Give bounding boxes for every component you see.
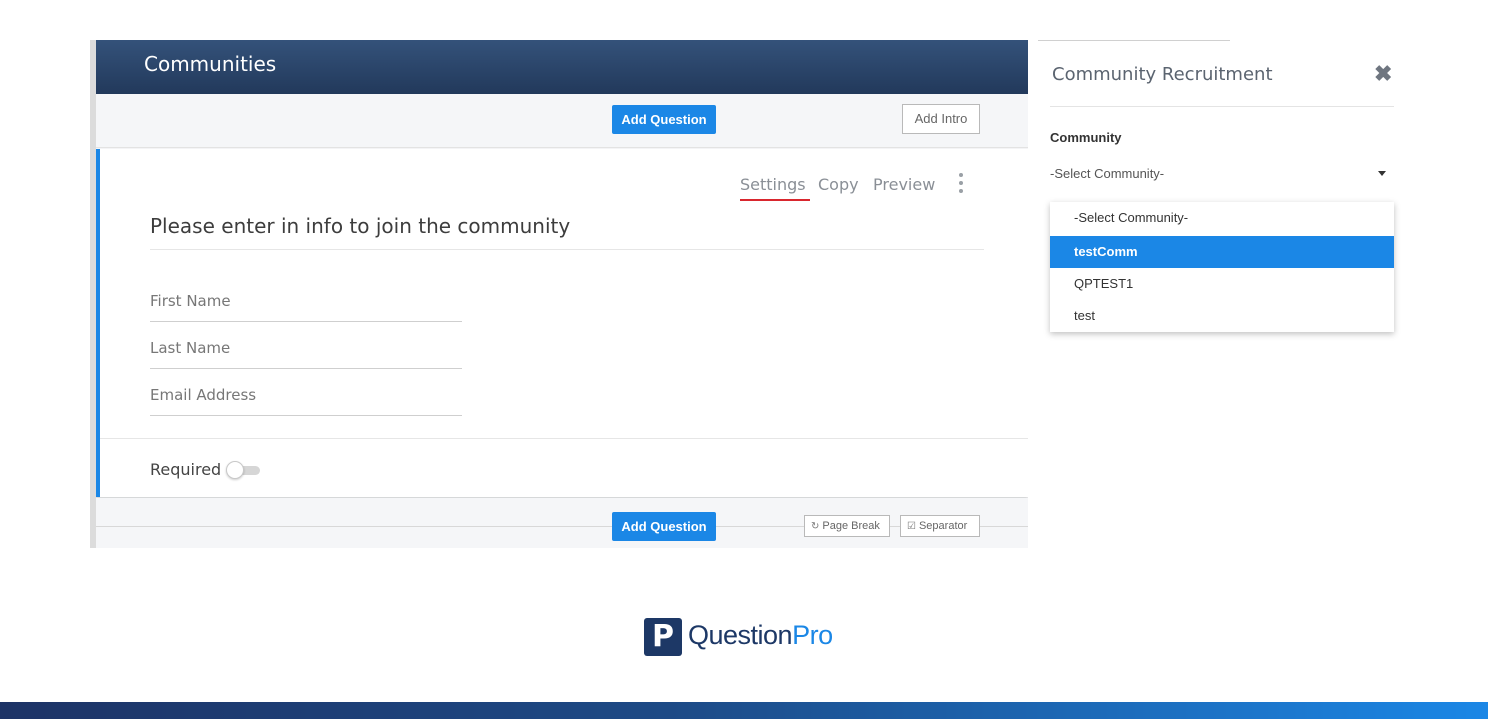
logo-mark: P <box>644 618 682 656</box>
panel-top-line <box>1038 40 1230 41</box>
question-card: Settings Copy Preview Please enter in in… <box>96 149 1028 497</box>
question-divider <box>150 249 984 250</box>
dropdown-option[interactable]: -Select Community- <box>1050 202 1394 234</box>
page-break-label: Page Break <box>822 520 880 532</box>
logo-text-question: Question <box>688 620 793 650</box>
add-question-button-bottom[interactable]: Add Question <box>612 512 716 541</box>
community-label: Community <box>1050 130 1122 145</box>
panel-divider <box>1050 106 1394 107</box>
dropdown-option-selected[interactable]: testComm <box>1050 236 1394 268</box>
survey-editor-panel: Communities Add Question Add Intro Setti… <box>90 40 1028 548</box>
last-name-field[interactable]: Last Name <box>150 339 462 369</box>
first-name-field[interactable]: First Name <box>150 292 462 322</box>
panel-title: Community Recruitment <box>1052 64 1273 85</box>
email-address-field[interactable]: Email Address <box>150 386 462 416</box>
separator-label: Separator <box>918 520 968 532</box>
add-question-button-top[interactable]: Add Question <box>612 105 716 134</box>
app-title: Communities <box>144 52 277 76</box>
community-dropdown: -Select Community- testComm QPTEST1 test <box>1050 202 1394 332</box>
dropdown-option[interactable]: QPTEST1 <box>1050 268 1394 300</box>
toggle-knob <box>226 461 244 479</box>
top-toolbar: Add Question Add Intro <box>96 94 1028 148</box>
close-icon[interactable]: ✖ <box>1374 62 1392 86</box>
logo-text-pro: Pro <box>792 620 833 650</box>
required-toggle[interactable] <box>226 461 262 479</box>
copy-link[interactable]: Copy <box>818 175 859 194</box>
logo-text: QuestionPro <box>688 620 833 651</box>
add-intro-button[interactable]: Add Intro <box>902 104 980 134</box>
separator-button[interactable]: ☑ Separator <box>900 515 980 537</box>
page-break-button[interactable]: ↻ Page Break <box>804 515 890 537</box>
community-recruitment-panel: Community Recruitment ✖ Community -Selec… <box>1038 40 1396 340</box>
app-header: Communities <box>96 40 1028 94</box>
settings-link[interactable]: Settings <box>740 175 806 194</box>
bottom-toolbar: Add Question ↻ Page Break ☑ Separator <box>96 498 1028 548</box>
chevron-down-icon[interactable] <box>1378 171 1386 176</box>
preview-link[interactable]: Preview <box>873 175 935 194</box>
card-footer-divider <box>100 438 1028 439</box>
more-options-icon[interactable] <box>956 173 966 197</box>
separator-icon: ☑ <box>907 521 916 532</box>
dropdown-option[interactable]: test <box>1050 300 1394 332</box>
page-break-icon: ↻ <box>811 521 820 532</box>
bottom-gradient-bar <box>0 702 1488 719</box>
question-text[interactable]: Please enter in info to join the communi… <box>150 214 570 238</box>
settings-underline <box>740 199 810 201</box>
community-select[interactable]: -Select Community- <box>1050 166 1394 188</box>
required-label: Required <box>150 460 222 479</box>
